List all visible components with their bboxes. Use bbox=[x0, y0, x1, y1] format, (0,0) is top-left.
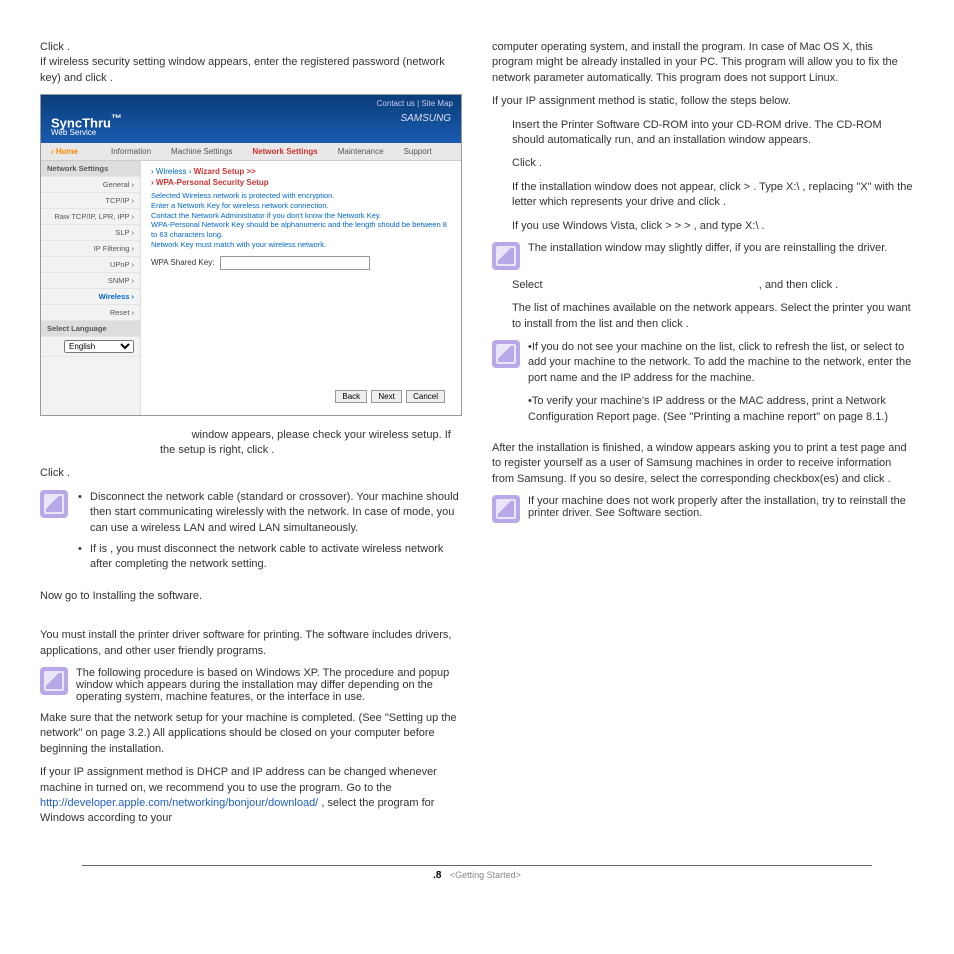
text: , and then click . bbox=[759, 279, 839, 291]
step: The list of machines available on the ne… bbox=[512, 301, 914, 332]
wpa-key-label: WPA Shared Key: bbox=[151, 258, 214, 267]
note-box: Disconnect the network cable (standard o… bbox=[40, 490, 462, 581]
tab-information[interactable]: Information bbox=[101, 143, 161, 160]
text: Select bbox=[512, 279, 546, 291]
sidebar-item[interactable]: Reset › bbox=[41, 305, 140, 321]
note-box: •If you do not see your machine on the l… bbox=[492, 340, 914, 433]
note-icon bbox=[492, 340, 520, 368]
tab-network-settings[interactable]: Network Settings bbox=[242, 143, 327, 160]
tab-home[interactable]: › Home bbox=[41, 143, 101, 160]
step: Click . bbox=[512, 156, 914, 171]
step: Select , and then click . bbox=[512, 278, 914, 293]
cancel-button[interactable]: Cancel bbox=[406, 390, 445, 403]
section-description: Selected Wireless network is protected w… bbox=[151, 191, 451, 250]
sidebar-lang-header: Select Language bbox=[41, 321, 140, 337]
logo: SyncThru™ Web Service bbox=[51, 113, 122, 137]
sidebar-item[interactable]: Raw TCP/IP, LPR, IPP › bbox=[41, 209, 140, 225]
step: Insert the Printer Software CD-ROM into … bbox=[512, 118, 914, 149]
paragraph: If your IP assignment method is DHCP and… bbox=[40, 765, 462, 827]
note-text: The installation window may slightly dif… bbox=[528, 242, 914, 270]
paragraph: If your IP assignment method is static, … bbox=[492, 94, 914, 109]
text: . bbox=[110, 72, 113, 84]
bonjour-link[interactable]: http://developer.apple.com/networking/bo… bbox=[40, 797, 318, 809]
paragraph: Now go to Installing the software. bbox=[40, 589, 462, 604]
page-number: .8 bbox=[433, 870, 441, 881]
text: If your IP assignment method is DHCP and… bbox=[40, 766, 437, 793]
paragraph: computer operating system, and install t… bbox=[492, 40, 914, 86]
sidebar-item[interactable]: SLP › bbox=[41, 225, 140, 241]
note-text: The following procedure is based on Wind… bbox=[76, 667, 462, 703]
text: . bbox=[67, 467, 70, 479]
page-footer: .8 <Getting Started> bbox=[82, 865, 872, 885]
sidebar-item[interactable]: SNMP › bbox=[41, 273, 140, 289]
section-label: <Getting Started> bbox=[450, 870, 521, 880]
note-text: •To verify your machine's IP address or … bbox=[528, 394, 914, 425]
note-icon bbox=[492, 495, 520, 523]
note-icon bbox=[40, 667, 68, 695]
tab-maintenance[interactable]: Maintenance bbox=[328, 143, 394, 160]
back-button[interactable]: Back bbox=[335, 390, 367, 403]
crumb-text: › Wireless › bbox=[151, 167, 194, 176]
text: . bbox=[271, 444, 274, 456]
section-title: › WPA-Personal Security Setup bbox=[151, 178, 451, 187]
wpa-key-input[interactable] bbox=[220, 256, 370, 270]
sidebar-item[interactable]: TCP/IP › bbox=[41, 193, 140, 209]
note-icon bbox=[492, 242, 520, 270]
list-item: Disconnect the network cable (standard o… bbox=[90, 490, 462, 536]
sidebar-item[interactable]: UPnP › bbox=[41, 257, 140, 273]
header-links: Contact us | Site Map bbox=[377, 99, 453, 108]
text: . bbox=[67, 41, 70, 53]
paragraph: Click . bbox=[40, 466, 462, 481]
next-button[interactable]: Next bbox=[371, 390, 401, 403]
note-box: The installation window may slightly dif… bbox=[492, 242, 914, 270]
list-item: If is , you must disconnect the network … bbox=[90, 542, 462, 573]
step: If the installation window does not appe… bbox=[512, 180, 914, 211]
screenshot-main: › Wireless › Wizard Setup >> › WPA-Perso… bbox=[141, 161, 461, 415]
step: If you use Windows Vista, click > > > , … bbox=[512, 219, 914, 234]
paragraph: Click . If wireless security setting win… bbox=[40, 40, 462, 86]
text: If wireless security setting window appe… bbox=[40, 56, 445, 83]
left-column: Click . If wireless security setting win… bbox=[40, 40, 462, 835]
sidebar-item[interactable]: General › bbox=[41, 177, 140, 193]
paragraph: After the installation is finished, a wi… bbox=[492, 441, 914, 487]
sidebar-item[interactable]: IP Filtering › bbox=[41, 241, 140, 257]
language-select[interactable]: English bbox=[64, 340, 134, 353]
right-column: computer operating system, and install t… bbox=[492, 40, 914, 835]
screenshot-header: Contact us | Site Map SAMSUNG SyncThru™ … bbox=[41, 95, 461, 143]
syncthru-screenshot: Contact us | Site Map SAMSUNG SyncThru™ … bbox=[40, 94, 462, 416]
tab-machine-settings[interactable]: Machine Settings bbox=[161, 143, 242, 160]
paragraph: xxxxxxxxxxxxxxxxxxxxxxxxxxx window appea… bbox=[40, 428, 462, 459]
brand-label: SAMSUNG bbox=[400, 113, 451, 124]
note-text: •If you do not see your machine on the l… bbox=[528, 340, 914, 386]
button-row: Back Next Cancel bbox=[151, 384, 451, 409]
note-box: The following procedure is based on Wind… bbox=[40, 667, 462, 703]
tab-support[interactable]: Support bbox=[394, 143, 442, 160]
breadcrumb: › Wireless › Wizard Setup >> bbox=[151, 167, 451, 176]
note-text: If your machine does not work properly a… bbox=[528, 495, 914, 523]
logo-sub: Web Service bbox=[51, 128, 122, 137]
language-selector: English bbox=[41, 337, 140, 357]
note-icon bbox=[40, 490, 68, 518]
note-box: If your machine does not work properly a… bbox=[492, 495, 914, 523]
paragraph: You must install the printer driver soft… bbox=[40, 628, 462, 659]
text: Click bbox=[40, 467, 67, 479]
wpa-key-field: WPA Shared Key: bbox=[151, 256, 451, 270]
text: window appears, please check your wirele… bbox=[160, 429, 451, 456]
tab-bar: › Home Information Machine Settings Netw… bbox=[41, 143, 461, 161]
sidebar-header: Network Settings bbox=[41, 161, 140, 177]
text: Click bbox=[40, 41, 67, 53]
sidebar-item-wireless[interactable]: Wireless › bbox=[41, 289, 140, 305]
sidebar: Network Settings General › TCP/IP › Raw … bbox=[41, 161, 141, 415]
crumb-wizard: Wizard Setup >> bbox=[194, 167, 256, 176]
paragraph: Make sure that the network setup for you… bbox=[40, 711, 462, 757]
